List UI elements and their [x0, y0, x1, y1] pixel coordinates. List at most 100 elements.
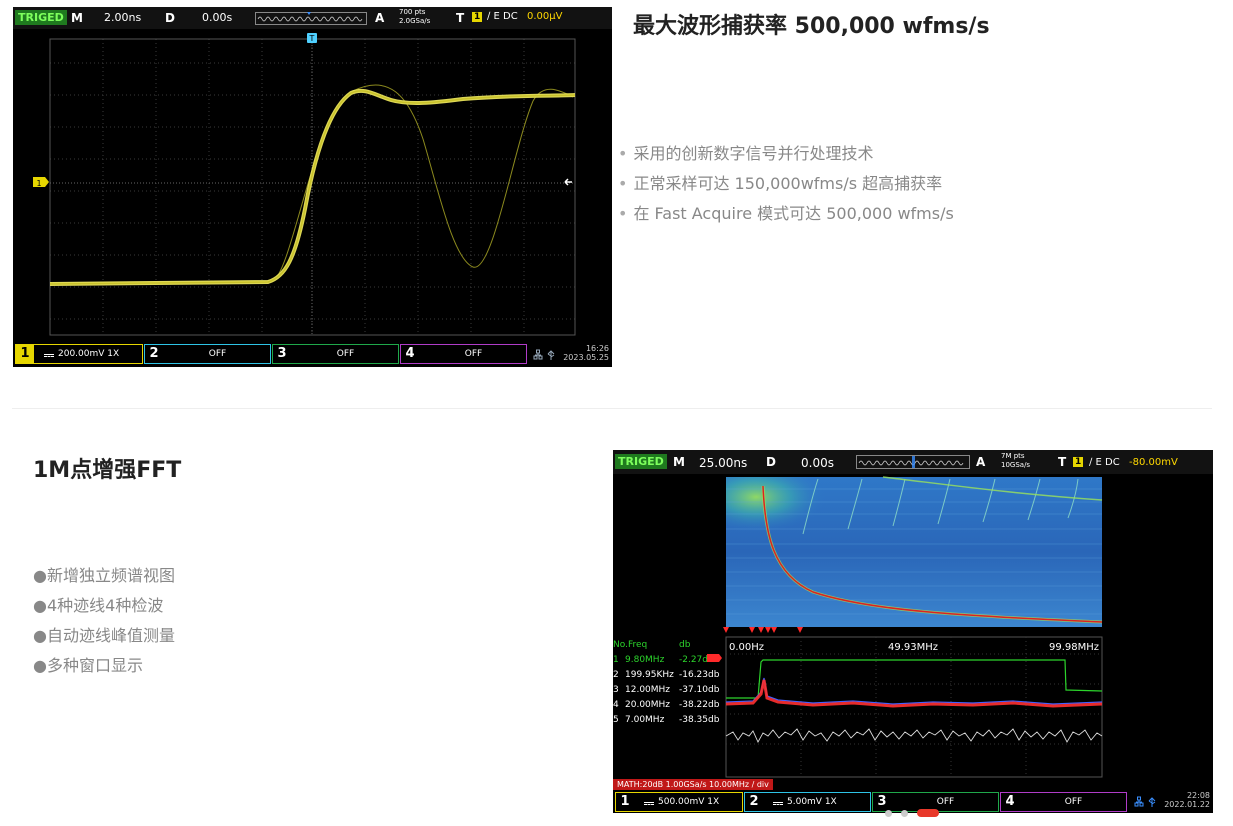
- scope-time: 16:26: [585, 344, 609, 353]
- carousel-pagination: [885, 809, 945, 817]
- acquire-label: A: [375, 11, 385, 25]
- channel-1-box[interactable]: 1 500.00mV 1X: [615, 792, 743, 812]
- channel-2-number: 2: [749, 794, 759, 809]
- carousel-dot-active[interactable]: [917, 809, 939, 817]
- peak-row-freq: 12.00MHz: [625, 685, 670, 695]
- channel-1-number: 1: [16, 345, 34, 363]
- scope-date: 2022.01.22: [1164, 800, 1210, 809]
- scope-date: 2023.05.25: [563, 353, 609, 362]
- delay-value: 0.00s: [202, 11, 233, 24]
- waveform-display: T 1: [33, 33, 576, 336]
- delay-label: D: [766, 455, 776, 469]
- acquire-rate: 10GSa/s: [1001, 461, 1031, 469]
- peak-markers: [723, 627, 803, 633]
- channel-3-state: OFF: [336, 349, 355, 359]
- delay-value: 0.00s: [801, 456, 834, 470]
- memory-overview-icon: [856, 455, 970, 469]
- channel-4-box[interactable]: 4 OFF: [1000, 792, 1127, 812]
- feature-1-title: 最大波形捕获率 500,000 wfms/s: [633, 14, 990, 39]
- memory-overview-icon: [255, 12, 367, 25]
- peak-header-db: db: [679, 640, 691, 650]
- dc-coupling-icon: [44, 354, 54, 357]
- scope-top-bar: TRIGED M 25.00ns D 0.00s A 7M pts 10GSa/…: [613, 450, 1213, 474]
- feature-2-bullet: ●新增独立频谱视图: [33, 566, 175, 585]
- spectrogram: [726, 476, 1103, 627]
- trigger-source: 1: [472, 12, 483, 22]
- scope-time: 22:08: [1186, 791, 1210, 800]
- peak-row-db: -38.35db: [679, 715, 720, 725]
- channel-3-box[interactable]: 3 OFF: [272, 344, 399, 364]
- channel-2-number: 2: [149, 346, 159, 361]
- feature-2-title: 1M点增强FFT: [33, 458, 182, 483]
- dc-coupling-icon: [773, 802, 783, 805]
- channel-1-scale: 200.00mV 1X: [58, 349, 120, 359]
- peak-row-db: -38.22db: [679, 700, 720, 710]
- channel-2-box[interactable]: 2 OFF: [144, 344, 271, 364]
- channel-bar: 1 200.00mV 1X 2 OFF 3 OFF 4 OFF 16:26 20…: [13, 343, 612, 367]
- peak-row-db: -37.10db: [679, 685, 720, 695]
- timebase-value: 2.00ns: [104, 11, 142, 24]
- peak-row-num: 4: [613, 700, 619, 710]
- trigger-marker-text: T: [309, 34, 315, 43]
- channel-1-scale: 500.00mV 1X: [658, 797, 720, 807]
- freq-axis-center: 49.93MHz: [888, 642, 938, 653]
- acquire-points: 7M pts: [1001, 452, 1025, 460]
- feature-2-bullet: ●自动迹线峰值测量: [33, 626, 175, 645]
- trigger-level: -80.00mV: [1129, 457, 1178, 468]
- peak-row-num: 2: [613, 670, 619, 680]
- channel-3-number: 3: [277, 346, 287, 361]
- channel-4-state: OFF: [1064, 797, 1083, 807]
- channel-2-state: OFF: [208, 349, 227, 359]
- trigger-label: T: [456, 11, 465, 25]
- acquire-label: A: [976, 455, 986, 469]
- channel-1-box[interactable]: 1 200.00mV 1X: [15, 344, 143, 364]
- waveform-ghost-trace: [52, 84, 574, 284]
- math-status-bar: MATH:20dB 1.00GSa/s 10.00MHz / div: [613, 779, 773, 790]
- timebase-label: M: [71, 11, 83, 25]
- peak-row-num: 5: [613, 715, 619, 725]
- feature-2-bullet: ●多种窗口显示: [33, 656, 143, 675]
- scope-clock: 16:26 2023.05.25: [563, 344, 609, 362]
- carousel-dot[interactable]: [901, 810, 908, 817]
- peak-row-num: 1: [613, 655, 619, 665]
- channel-4-state: OFF: [464, 349, 483, 359]
- dc-coupling-icon: [644, 802, 654, 805]
- channel-3-state: OFF: [936, 797, 955, 807]
- delay-label: D: [165, 11, 175, 25]
- network-usb-icon: [1134, 796, 1156, 807]
- channel-1-number: 1: [620, 794, 630, 809]
- peak-table: No.Freq db 1 9.80MHz -2.27db 2 199.95KHz…: [613, 640, 720, 725]
- trigger-coupling: ∕ E DC: [487, 11, 518, 22]
- peak-row-freq: 7.00MHz: [625, 715, 665, 725]
- channel1-offset-marker: 1: [33, 177, 49, 188]
- section-divider: [12, 408, 1212, 409]
- trigger-source: 1: [1073, 457, 1084, 467]
- feature-1-bullet: • 采用的创新数字信号并行处理技术: [618, 144, 874, 163]
- channel-2-scale: 5.00mV 1X: [787, 797, 837, 807]
- carousel-dot[interactable]: [885, 810, 892, 817]
- feature-1-bullet: • 在 Fast Acquire 模式可达 500,000 wfms/s: [618, 204, 954, 223]
- freq-axis-start: 0.00Hz: [729, 642, 764, 653]
- channel-2-box[interactable]: 2 5.00mV 1X: [744, 792, 871, 812]
- channel-4-number: 4: [1005, 794, 1015, 809]
- trigger-label: T: [1058, 455, 1067, 469]
- peak-row-freq: 20.00MHz: [625, 700, 670, 710]
- math-marker-icon: [707, 654, 722, 662]
- trigger-status: TRIGED: [15, 10, 67, 25]
- trigger-position-marker: T: [307, 33, 317, 43]
- feature-2-bullet: ●4种迹线4种检波: [33, 596, 164, 615]
- feature-1-bullet-list: • 采用的创新数字信号并行处理技术 • 正常采样可达 150,000wfms/s 超…: [618, 140, 954, 230]
- oscilloscope-screenshot-waveform: TRIGED M 2.00ns D 0.00s A 700 pts 2.0GSa…: [13, 7, 612, 367]
- channel-4-box[interactable]: 4 OFF: [400, 344, 527, 364]
- feature-2-bullet-list: ●新增独立频谱视图 ●4种迹线4种检波 ●自动迹线峰值测量 ●多种窗口显示: [33, 562, 175, 682]
- timebase-label: M: [673, 455, 685, 469]
- trigger-level: 0.00μV: [527, 11, 563, 22]
- acquire-points: 700 pts: [399, 8, 426, 16]
- trigger-status: TRIGED: [615, 454, 667, 469]
- scope-top-bar: TRIGED M 2.00ns D 0.00s A 700 pts 2.0GSa…: [13, 7, 612, 29]
- timebase-value: 25.00ns: [699, 456, 748, 470]
- spectrum-panel: [725, 636, 1103, 778]
- trigger-level-arrow-icon: [564, 178, 572, 186]
- peak-header-no: No.Freq: [613, 640, 647, 650]
- trigger-coupling: ∕ E DC: [1089, 457, 1120, 468]
